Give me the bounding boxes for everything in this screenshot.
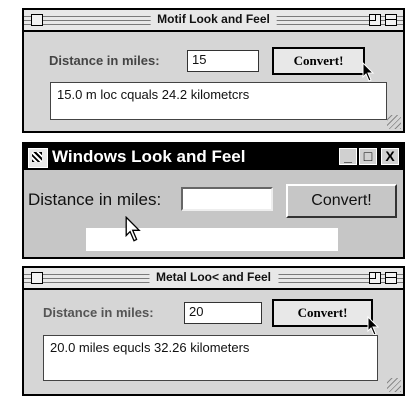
- convert-button[interactable]: Convert!: [272, 299, 373, 327]
- motif-window: Motif Look and Feel Distance in miles: 1…: [22, 8, 405, 133]
- maximize-button[interactable]: □: [359, 148, 377, 165]
- close-button[interactable]: X: [381, 148, 399, 165]
- distance-label: Distance in miles:: [28, 190, 162, 209]
- distance-input[interactable]: 20: [184, 302, 262, 324]
- distance-input[interactable]: [181, 187, 273, 211]
- result-text: 20.0 miles equcls 32.26 kilometers: [43, 335, 378, 381]
- windows-window: Windows Look and Feel _ □ X Distance in …: [22, 142, 405, 259]
- motif-window-title: Motif Look and Feel: [150, 11, 277, 28]
- result-text: 15.0 m loc cquals 24.2 kilometcrs: [50, 82, 387, 120]
- convert-button[interactable]: Convert!: [286, 184, 397, 218]
- grow-box-icon[interactable]: [387, 115, 401, 129]
- grow-box-icon[interactable]: [387, 378, 401, 392]
- system-menu-icon[interactable]: [28, 148, 48, 168]
- pointer-cursor-icon: [125, 216, 141, 242]
- close-box-icon[interactable]: [31, 14, 43, 26]
- metal-window-title: Metal Loo< and Feel: [148, 269, 279, 286]
- pointer-cursor-icon: [367, 316, 380, 336]
- collapse-box-icon[interactable]: [385, 272, 397, 284]
- convert-button[interactable]: Convert!: [272, 47, 365, 75]
- distance-label: Distance in miles:: [49, 53, 160, 68]
- distance-label: Distance in miles:: [43, 305, 154, 320]
- minimize-button[interactable]: _: [339, 148, 357, 165]
- motif-title-bar[interactable]: Motif Look and Feel: [24, 10, 403, 32]
- zoom-box-icon[interactable]: [369, 272, 381, 284]
- distance-input[interactable]: 15: [187, 50, 259, 72]
- windows-title-bar[interactable]: Windows Look and Feel _ □ X: [24, 144, 403, 170]
- pointer-cursor-icon: [362, 62, 375, 82]
- collapse-box-icon[interactable]: [385, 14, 397, 26]
- close-box-icon[interactable]: [31, 272, 43, 284]
- metal-window: Metal Loo< and Feel Distance in miles: 2…: [22, 266, 405, 396]
- metal-title-bar[interactable]: Metal Loo< and Feel: [24, 268, 403, 290]
- windows-window-title: Windows Look and Feel: [52, 147, 246, 166]
- zoom-box-icon[interactable]: [369, 14, 381, 26]
